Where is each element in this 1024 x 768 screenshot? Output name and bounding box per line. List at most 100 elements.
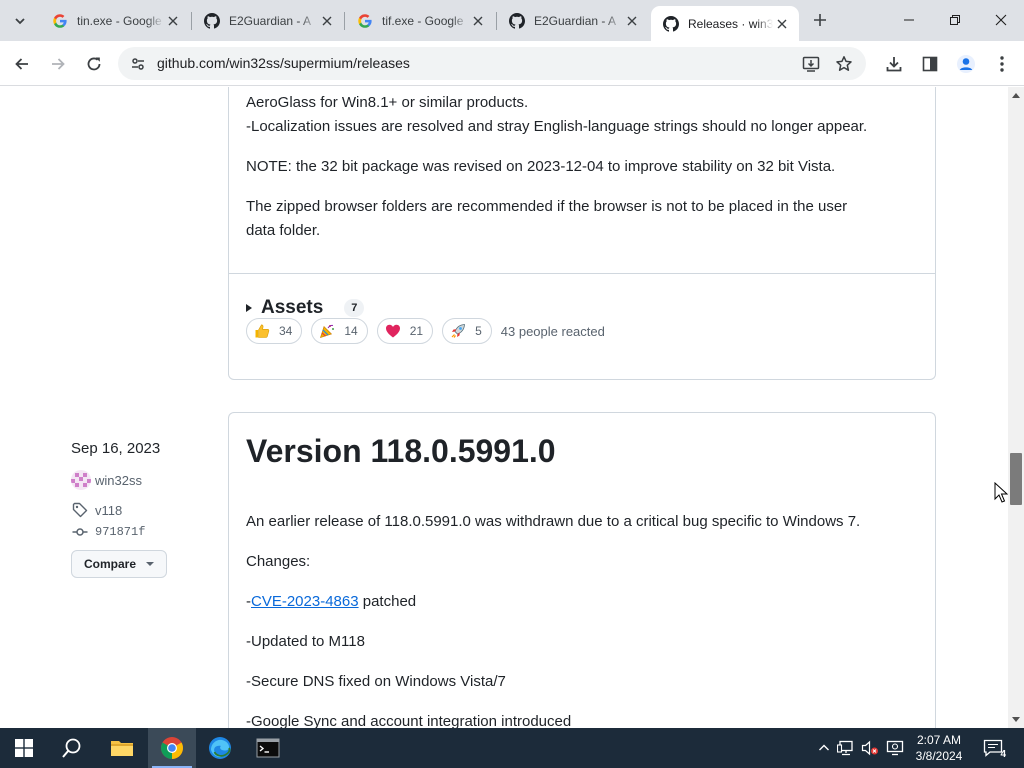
side-panel-button[interactable]: [916, 50, 944, 78]
reaction-heart[interactable]: 21: [376, 318, 434, 344]
close-icon: [995, 14, 1007, 26]
search-icon: [62, 738, 81, 758]
browser-tab-active[interactable]: Releases · win3: [651, 6, 799, 41]
release-body-line: The zipped browser folders are recommend…: [246, 198, 848, 215]
minimize-icon: [904, 19, 914, 21]
party-popper-icon: [319, 323, 335, 339]
tag-name: v118: [95, 502, 123, 518]
volume-muted-icon[interactable]: [860, 738, 880, 758]
site-info-icon[interactable]: [126, 52, 150, 76]
chrome-taskbar-button[interactable]: [148, 728, 196, 768]
tab-title: E2Guardian - A: [229, 13, 312, 28]
release-author[interactable]: win32ss: [71, 470, 142, 490]
folder-icon: [111, 741, 133, 756]
change-item: -Secure DNS fixed on Windows Vista/7: [246, 673, 506, 690]
change-item: -CVE-2023-4863 patched: [246, 590, 416, 614]
reaction-hooray[interactable]: 14: [311, 318, 368, 344]
tab-search-button[interactable]: [8, 9, 32, 33]
profile-button[interactable]: [952, 50, 980, 78]
scrollbar-thumb[interactable]: [1010, 453, 1022, 505]
taskbar-search-button[interactable]: [48, 728, 96, 768]
rocket-icon: [450, 323, 466, 339]
taskbar: 2:07 AM 3/8/2024 4: [0, 728, 1024, 768]
author-avatar: [71, 470, 91, 490]
release-date[interactable]: Sep 16, 2023: [71, 440, 160, 457]
more-vertical-icon: [1000, 56, 1004, 72]
edge-icon: [209, 737, 231, 759]
tab-title: Releases · win3: [688, 16, 773, 31]
show-hidden-icons-button[interactable]: [814, 738, 834, 758]
browser-tab[interactable]: E2Guardian - A: [497, 0, 649, 41]
release-commit[interactable]: 971871f: [71, 524, 145, 540]
author-name: win32ss: [95, 472, 142, 488]
tab-title: E2Guardian - A: [534, 13, 617, 28]
close-tab-icon[interactable]: [469, 12, 487, 30]
google-g-icon: [358, 13, 372, 28]
scroll-up-icon[interactable]: [1012, 93, 1020, 98]
edge-taskbar-button[interactable]: [196, 728, 244, 768]
forward-button[interactable]: [44, 50, 72, 78]
menu-button[interactable]: [988, 50, 1016, 78]
reacted-summary[interactable]: 43 people reacted: [501, 324, 605, 339]
compare-button[interactable]: Compare: [71, 550, 167, 578]
release-tag[interactable]: v118: [71, 502, 122, 518]
minimize-button[interactable]: [886, 0, 932, 40]
change-item: -Google Sync and account integration int…: [246, 713, 572, 728]
restore-icon: [950, 15, 960, 25]
tab-strip: tin.exe - Google E2Guardian - A tif.exe …: [0, 0, 1024, 41]
browser-tab[interactable]: E2Guardian - A: [192, 0, 344, 41]
network-icon[interactable]: [836, 738, 856, 758]
mouse-cursor-icon: [994, 482, 1008, 503]
caret-down-icon: [146, 562, 154, 566]
release-title[interactable]: Version 118.0.5991.0: [246, 433, 556, 470]
plus-icon: [814, 14, 826, 26]
action-center-button[interactable]: 4: [980, 736, 1006, 760]
github-icon: [204, 12, 220, 29]
clock-date: 3/8/2024: [915, 749, 963, 763]
new-tab-button[interactable]: [808, 8, 832, 32]
terminal-icon: [256, 738, 280, 758]
file-explorer-button[interactable]: [98, 728, 146, 768]
page-viewport: AeroGlass for Win8.1+ or similar product…: [0, 87, 1008, 728]
back-button[interactable]: [8, 50, 36, 78]
start-button[interactable]: [0, 728, 48, 768]
github-icon: [663, 15, 679, 32]
restore-button[interactable]: [932, 0, 978, 40]
close-tab-icon[interactable]: [164, 12, 182, 30]
release-card: Version 118.0.5991.0 An earlier release …: [228, 412, 936, 728]
arrow-left-icon: [15, 58, 28, 70]
downloads-button[interactable]: [880, 50, 908, 78]
display-settings-icon[interactable]: [885, 738, 905, 758]
release-body-line: data folder.: [246, 222, 321, 239]
cve-link[interactable]: CVE-2023-4863: [251, 593, 359, 610]
close-tab-icon[interactable]: [623, 12, 641, 30]
terminal-taskbar-button[interactable]: [244, 728, 292, 768]
browser-tab[interactable]: tif.exe - Google: [345, 0, 495, 41]
reload-icon: [87, 57, 101, 71]
scroll-down-icon[interactable]: [1012, 717, 1020, 722]
assets-toggle[interactable]: Assets 7: [246, 297, 365, 319]
reaction-rocket[interactable]: 5: [442, 318, 492, 344]
bookmark-button[interactable]: [831, 51, 857, 77]
clock-time: 2:07 AM: [916, 733, 962, 747]
close-tab-icon[interactable]: [773, 15, 791, 33]
close-tab-icon[interactable]: [318, 12, 336, 30]
release-card: AeroGlass for Win8.1+ or similar product…: [228, 87, 936, 380]
reload-button[interactable]: [80, 50, 108, 78]
assets-heading: Assets: [261, 297, 324, 318]
address-bar[interactable]: github.com/win32ss/supermium/releases: [118, 47, 866, 80]
close-window-button[interactable]: [978, 0, 1024, 40]
caret-right-icon: [246, 304, 252, 312]
taskbar-clock[interactable]: 2:07 AM 3/8/2024: [910, 732, 968, 764]
install-app-button[interactable]: [798, 51, 824, 77]
assets-count-badge: 7: [344, 299, 365, 317]
commit-icon: [71, 524, 89, 540]
reaction-thumbs-up[interactable]: 34: [246, 318, 303, 344]
reaction-count: 21: [409, 324, 424, 338]
browser-toolbar: github.com/win32ss/supermium/releases: [0, 41, 1024, 86]
url-text[interactable]: github.com/win32ss/supermium/releases: [157, 55, 410, 71]
page-scrollbar[interactable]: [1008, 87, 1024, 728]
star-icon: [836, 56, 852, 71]
github-icon: [509, 12, 525, 29]
browser-tab[interactable]: tin.exe - Google: [40, 0, 190, 41]
